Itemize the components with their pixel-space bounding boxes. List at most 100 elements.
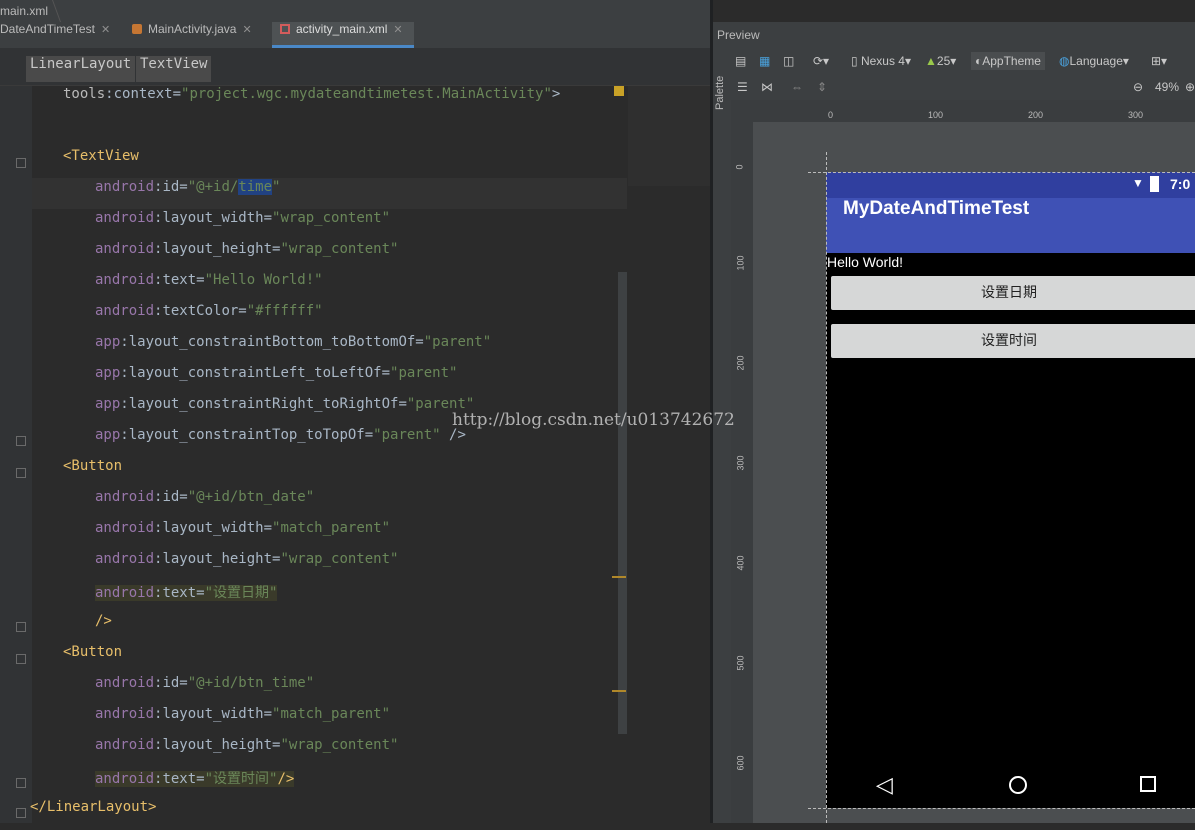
code-line-content: android:layout_height="wrap_content" — [95, 551, 398, 567]
error-stripe-mark[interactable] — [612, 690, 626, 692]
fold-icon[interactable] — [16, 468, 26, 478]
api-label: 25 — [936, 54, 951, 68]
code-line[interactable]: android:text="设置日期" — [95, 582, 278, 613]
recents-icon[interactable] — [1140, 776, 1156, 792]
home-icon[interactable] — [1009, 776, 1027, 794]
code-line[interactable]: android:textColor="#ffffff" — [95, 303, 323, 334]
layout-file-icon — [280, 24, 290, 34]
code-token: :layout_constraintLeft_toLeftOf= — [120, 365, 391, 381]
code-line-content: android:layout_height="wrap_content" — [95, 737, 398, 753]
zoom-in-icon[interactable]: ⊕ — [1185, 78, 1195, 96]
code-line[interactable]: tools:context="project.wgc.mydateandtime… — [63, 86, 560, 117]
code-line[interactable]: android:layout_height="wrap_content" — [95, 737, 398, 768]
ruler-tick: 300 — [1128, 110, 1144, 120]
breadcrumb[interactable]: main.xml — [0, 0, 712, 23]
code-token: "match_parent" — [272, 706, 391, 722]
code-line[interactable]: android:layout_height="wrap_content" — [95, 551, 398, 582]
design-view-icon[interactable]: ▤ — [735, 52, 746, 70]
fold-icon[interactable] — [16, 622, 26, 632]
code-line[interactable]: android:text="Hello World!" — [95, 272, 323, 303]
tab-label: activity_main.xml — [296, 22, 388, 36]
close-icon[interactable]: ✕ — [101, 24, 110, 36]
code-line[interactable]: <Button — [63, 458, 122, 489]
code-line[interactable]: android:text="设置时间"/> — [95, 768, 295, 799]
code-token: android — [95, 737, 155, 753]
orientation-icon[interactable]: ⟳▾ — [813, 52, 829, 70]
code-token: android — [95, 210, 155, 226]
palette-label[interactable]: Palette — [714, 60, 726, 110]
code-line[interactable]: android:layout_width="wrap_content" — [95, 210, 390, 241]
tag-path-textview[interactable]: TextView — [136, 56, 212, 82]
split-view-icon[interactable]: ◫ — [783, 52, 794, 70]
fold-icon[interactable] — [16, 808, 26, 818]
zoom-out-icon[interactable]: ⊖ — [1133, 78, 1143, 96]
fold-icon[interactable] — [16, 436, 26, 446]
editor-scrollbar[interactable] — [618, 272, 627, 734]
code-token: :context= — [105, 86, 182, 102]
code-line[interactable]: android:id="@+id/time" — [95, 179, 280, 210]
date-button[interactable]: 设置日期 — [831, 276, 1195, 310]
code-line[interactable]: android:id="@+id/btn_time" — [95, 675, 314, 706]
code-line[interactable]: app:layout_constraintTop_toTopOf="parent… — [95, 427, 466, 458]
code-token: android — [95, 179, 155, 195]
hello-textview[interactable]: Hello World! — [827, 254, 903, 270]
battery-icon — [1150, 176, 1159, 192]
code-token: android — [95, 551, 155, 567]
code-line[interactable]: <TextView — [63, 148, 139, 179]
language-label: Language — [1069, 54, 1123, 68]
tab-dateandtimetest[interactable]: DateAndTimeTest ✕ — [0, 22, 125, 48]
palette-strip[interactable]: Palette — [713, 48, 731, 823]
code-line-content: android:text="设置日期" — [95, 585, 278, 601]
code-line[interactable]: </LinearLayout> — [30, 799, 156, 830]
back-icon[interactable]: ◁ — [876, 773, 893, 798]
time-button[interactable]: 设置时间 — [831, 324, 1195, 358]
device-selector[interactable]: ▯ Nexus 4▾ — [851, 52, 911, 70]
java-file-icon — [132, 24, 142, 34]
code-line-content: tools:context="project.wgc.mydateandtime… — [63, 86, 560, 102]
layout-variants-icon[interactable]: ⊞▾ — [1151, 52, 1167, 70]
code-line[interactable]: /> — [95, 613, 112, 644]
code-line[interactable]: android:layout_width="match_parent" — [95, 520, 390, 551]
constraints-icon[interactable]: ⋈ — [761, 78, 773, 96]
code-token: /> — [277, 771, 295, 787]
code-token: " — [272, 179, 281, 195]
code-token: :text= — [154, 585, 205, 601]
breadcrumb-file[interactable]: main.xml — [0, 4, 48, 18]
code-line[interactable]: app:layout_constraintRight_toRightOf="pa… — [95, 396, 474, 427]
close-icon[interactable]: ✕ — [242, 24, 251, 36]
fold-icon[interactable] — [16, 654, 26, 664]
language-selector[interactable]: ◍Language▾ — [1059, 52, 1129, 70]
code-line[interactable]: <Button — [63, 644, 122, 675]
code-token: "Hello World!" — [204, 272, 323, 288]
code-minimap[interactable] — [628, 86, 710, 186]
code-token: "wrap_content" — [280, 737, 399, 753]
blueprint-view-icon[interactable]: ▦ — [759, 52, 770, 70]
code-line[interactable]: app:layout_constraintLeft_toLeftOf="pare… — [95, 365, 457, 396]
code-token: android — [95, 520, 155, 536]
code-line[interactable]: android:layout_width="match_parent" — [95, 706, 390, 737]
code-line[interactable]: android:id="@+id/btn_date" — [95, 489, 314, 520]
theme-selector[interactable]: ◐AppTheme — [971, 52, 1045, 70]
code-line[interactable]: android:layout_height="wrap_content" — [95, 241, 398, 272]
tab-mainactivity-java[interactable]: MainActivity.java ✕ — [132, 22, 267, 48]
layers-icon[interactable]: ☰ — [737, 78, 748, 96]
code-line-content: app:layout_constraintLeft_toLeftOf="pare… — [95, 365, 457, 381]
error-stripe-mark[interactable] — [612, 576, 626, 578]
api-selector[interactable]: ▲25▾ — [925, 52, 956, 70]
tab-activity-main-xml[interactable]: activity_main.xml ✕ — [272, 22, 414, 48]
expand-horizontal-icon[interactable]: ⇔ — [791, 78, 803, 96]
code-line[interactable]: app:layout_constraintBottom_toBottomOf="… — [95, 334, 491, 365]
code-editor[interactable]: tools:context="project.wgc.mydateandtime… — [30, 86, 627, 823]
tag-path-linearlayout[interactable]: LinearLayout — [26, 56, 136, 82]
expand-vertical-icon[interactable]: ⇕ — [817, 78, 827, 96]
close-icon[interactable]: ✕ — [393, 24, 402, 36]
layout-content[interactable]: Hello World! 设置日期 设置时间 — [826, 253, 1195, 763]
code-token: "设置日期" — [204, 585, 278, 601]
ruler-tick: 100 — [735, 255, 746, 271]
fold-icon[interactable] — [16, 778, 26, 788]
code-token: :layout_height= — [154, 551, 281, 567]
warning-indicator-icon[interactable] — [614, 86, 624, 96]
fold-icon[interactable] — [16, 158, 26, 168]
editor-gutter[interactable] — [0, 86, 32, 823]
code-token: "project.wgc.mydateandtimetest.MainActiv… — [181, 86, 552, 102]
